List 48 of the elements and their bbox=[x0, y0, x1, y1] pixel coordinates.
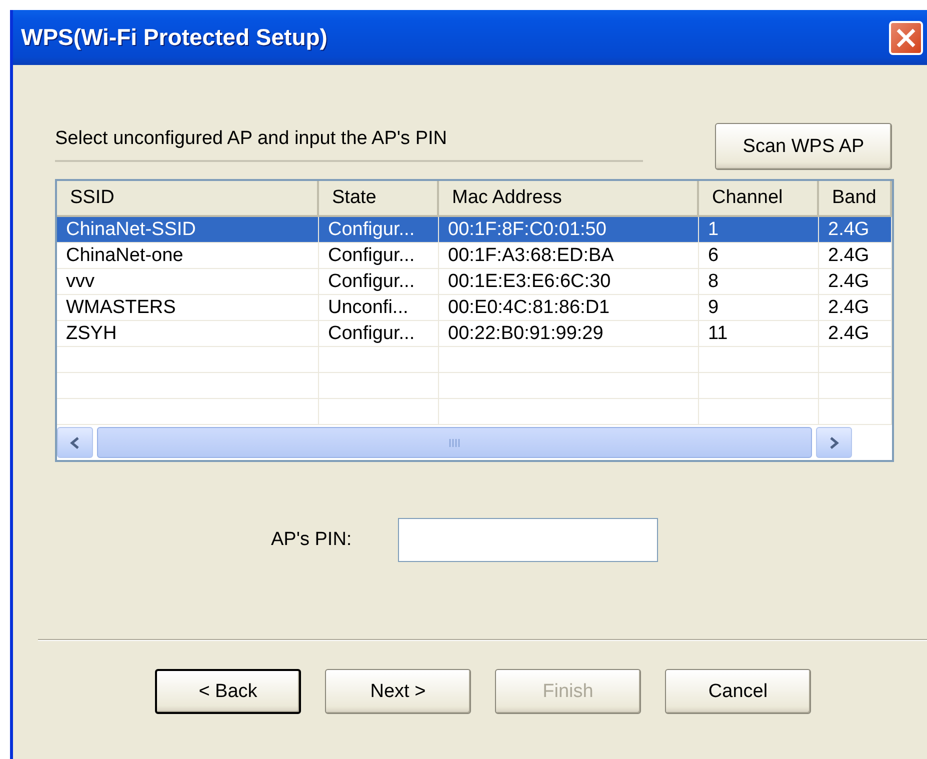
table-cell: 11 bbox=[699, 321, 819, 346]
table-cell: ChinaNet-SSID bbox=[57, 217, 319, 242]
table-cell: Configur... bbox=[319, 321, 439, 346]
table-cell: 2.4G bbox=[819, 321, 892, 346]
table-cell: 00:E0:4C:81:86:D1 bbox=[439, 295, 699, 320]
table-cell: 9 bbox=[699, 295, 819, 320]
wizard-button[interactable]: < Back bbox=[155, 669, 301, 714]
column-header[interactable]: Mac Address bbox=[439, 181, 699, 215]
table-cell: 00:1F:8F:C0:01:50 bbox=[439, 217, 699, 242]
pin-label: AP's PIN: bbox=[271, 529, 352, 551]
table-row[interactable]: ChinaNet-one Configur... 00:1F:A3:68:ED:BA 6 2.4G bbox=[57, 243, 892, 269]
table-row[interactable]: ZSYH Configur... 00:22:B0:91:99:29 11 2.4G bbox=[57, 321, 892, 347]
table-cell: 2.4G bbox=[819, 243, 892, 268]
table-cell: 1 bbox=[699, 217, 819, 242]
column-header[interactable]: Band bbox=[819, 181, 892, 215]
instruction-text: Select unconfigured AP and input the AP's PIN bbox=[55, 128, 447, 149]
table-cell: Configur... bbox=[319, 217, 439, 242]
table-cell: ZSYH bbox=[57, 321, 319, 346]
column-header[interactable]: Channel bbox=[699, 181, 819, 215]
table-cell: 2.4G bbox=[819, 269, 892, 294]
table-cell: WMASTERS bbox=[57, 295, 319, 320]
close-button[interactable] bbox=[889, 20, 923, 54]
table-cell: Configur... bbox=[319, 269, 439, 294]
table-cell: ChinaNet-one bbox=[57, 243, 319, 268]
column-header[interactable]: SSID bbox=[57, 181, 319, 215]
table-cell: 00:1E:E3:E6:6C:30 bbox=[439, 269, 699, 294]
pin-field[interactable] bbox=[398, 518, 658, 562]
wizard-button[interactable]: Cancel bbox=[665, 669, 811, 714]
table-cell: Unconfi... bbox=[319, 295, 439, 320]
grip-icon bbox=[448, 438, 460, 448]
table-row[interactable]: vvv Configur... 00:1E:E3:E6:6C:30 8 2.4G bbox=[57, 269, 892, 295]
table-cell: 6 bbox=[699, 243, 819, 268]
table-cell: 2.4G bbox=[819, 295, 892, 320]
table-cell: 8 bbox=[699, 269, 819, 294]
table-row[interactable]: ChinaNet-SSID Configur... 00:1F:8F:C0:01:50 1 2.4G bbox=[57, 217, 892, 243]
window-title: WPS(Wi-Fi Protected Setup) bbox=[21, 24, 328, 51]
column-header[interactable]: State bbox=[319, 181, 439, 215]
scan-button[interactable]: Scan WPS AP bbox=[715, 123, 892, 170]
table-cell: 2.4G bbox=[819, 217, 892, 242]
scroll-right-button[interactable] bbox=[816, 427, 852, 458]
scroll-left-button[interactable] bbox=[57, 427, 93, 458]
table-cell: vvv bbox=[57, 269, 319, 294]
table-row[interactable]: WMASTERS Unconfi... 00:E0:4C:81:86:D1 9 2.4G bbox=[57, 295, 892, 321]
wizard-button[interactable]: Next > bbox=[325, 669, 471, 714]
table-cell: 00:1F:A3:68:ED:BA bbox=[439, 243, 699, 268]
table-cell: 00:22:B0:91:99:29 bbox=[439, 321, 699, 346]
table-cell: Configur... bbox=[319, 243, 439, 268]
scroll-thumb[interactable] bbox=[97, 427, 812, 458]
